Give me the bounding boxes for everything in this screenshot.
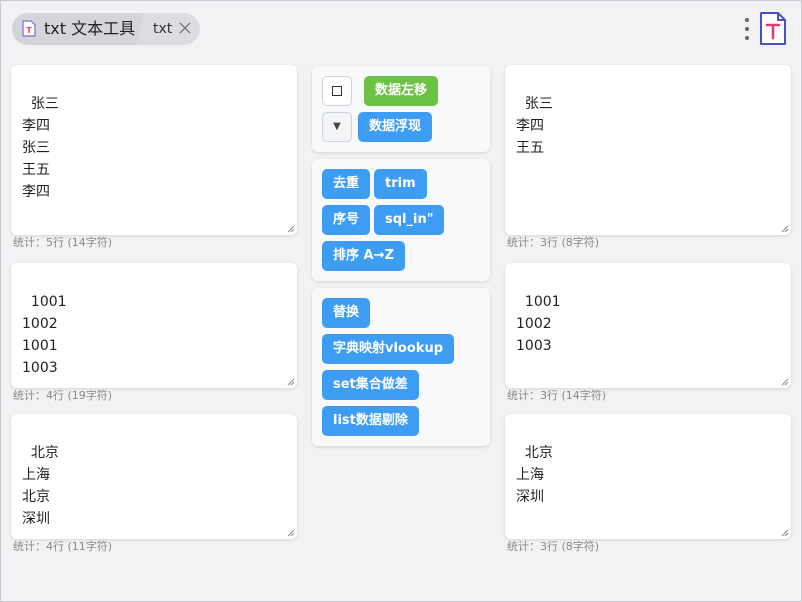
right-textarea-1-text: 张三 李四 王五 bbox=[516, 96, 553, 156]
left-stat-3: 统计：4行 (11字符) bbox=[13, 540, 113, 553]
right-stat-3: 统计：3行 (8字符) bbox=[507, 540, 600, 553]
select-all-checkbox[interactable] bbox=[322, 76, 352, 106]
svg-text:T: T bbox=[26, 26, 32, 35]
more-menu-icon[interactable] bbox=[741, 16, 753, 42]
tab-subtitle[interactable]: txt bbox=[153, 19, 172, 39]
right-stat-2: 统计：3行 (14字符) bbox=[507, 389, 607, 402]
left-textarea-3-text: 北京 上海 北京 深圳 bbox=[22, 445, 59, 527]
checkbox-square-icon bbox=[332, 86, 342, 96]
dedupe-button[interactable]: 去重 bbox=[322, 169, 371, 199]
resize-grip-icon[interactable] bbox=[287, 378, 295, 386]
right-textarea-3-text: 北京 上海 深圳 bbox=[516, 445, 553, 505]
close-icon[interactable] bbox=[179, 22, 191, 34]
tab-title: txt 文本工具 bbox=[44, 19, 136, 38]
shift-left-button[interactable]: 数据左移 bbox=[364, 76, 439, 106]
left-stat-2: 统计：4行 (19字符) bbox=[13, 389, 113, 402]
number-button[interactable]: 序号 bbox=[322, 205, 371, 235]
right-stat-1: 统计：3行 (8字符) bbox=[507, 236, 600, 249]
control-panel: 数据左移 ▼ 数据浮现 bbox=[312, 66, 490, 152]
advanced-ops-panel: 替换 字典映射vlookup set集合做差 list数据剔除 bbox=[312, 288, 490, 446]
resize-grip-icon[interactable] bbox=[781, 529, 789, 537]
options-dropdown[interactable]: ▼ bbox=[322, 112, 352, 142]
left-stat-1: 统计：5行 (14字符) bbox=[13, 236, 113, 249]
resize-grip-icon[interactable] bbox=[287, 225, 295, 233]
right-textarea-3[interactable]: 北京 上海 深圳 bbox=[505, 414, 791, 539]
sql-in-button[interactable]: sql_in" bbox=[374, 205, 445, 235]
set-diff-button[interactable]: set集合做差 bbox=[322, 370, 419, 400]
dict-map-button[interactable]: 字典映射vlookup bbox=[322, 334, 454, 364]
left-textarea-3[interactable]: 北京 上海 北京 深圳 bbox=[11, 414, 297, 539]
float-data-button[interactable]: 数据浮现 bbox=[358, 112, 433, 142]
resize-grip-icon[interactable] bbox=[781, 225, 789, 233]
list-remove-button[interactable]: list数据剔除 bbox=[322, 406, 419, 436]
left-textarea-2[interactable]: 1001 1002 1001 1003 bbox=[11, 263, 297, 388]
basic-ops-panel: 去重 trim 序号 sql_in" 排序 A→Z bbox=[312, 159, 490, 281]
replace-button[interactable]: 替换 bbox=[322, 298, 371, 328]
right-textarea-2-text: 1001 1002 1003 bbox=[516, 294, 561, 354]
right-textarea-2[interactable]: 1001 1002 1003 bbox=[505, 263, 791, 388]
left-textarea-2-text: 1001 1002 1001 1003 bbox=[22, 294, 67, 376]
right-textarea-1[interactable]: 张三 李四 王五 bbox=[505, 65, 791, 235]
chevron-down-icon: ▼ bbox=[333, 121, 341, 132]
sort-button[interactable]: 排序 A→Z bbox=[322, 241, 405, 271]
left-textarea-1[interactable]: 张三 李四 张三 王五 李四 bbox=[11, 65, 297, 235]
left-textarea-1-text: 张三 李四 张三 王五 李四 bbox=[22, 96, 59, 200]
resize-grip-icon[interactable] bbox=[287, 529, 295, 537]
resize-grip-icon[interactable] bbox=[781, 378, 789, 386]
app-logo-icon bbox=[760, 12, 786, 45]
text-file-icon: T bbox=[22, 20, 36, 37]
trim-button[interactable]: trim bbox=[374, 169, 427, 199]
